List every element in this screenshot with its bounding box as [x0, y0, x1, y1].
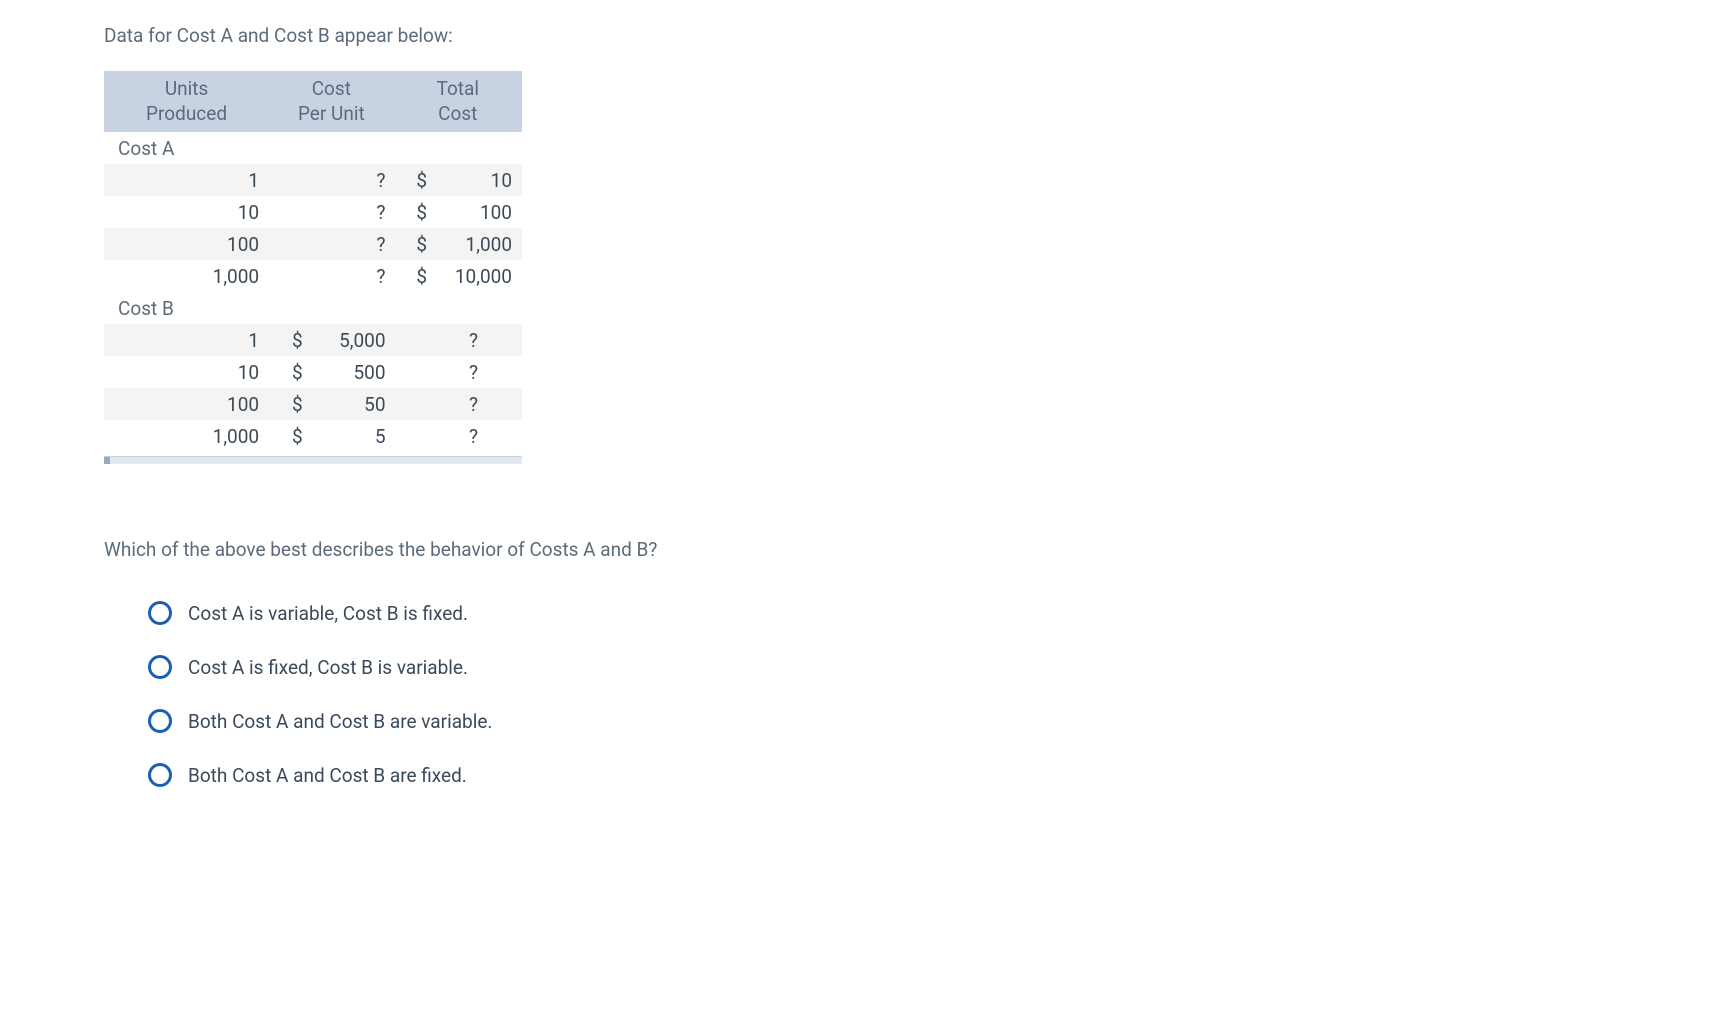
- cell-sym: $: [269, 420, 305, 452]
- option-label: Cost A is variable, Cost B is fixed.: [188, 602, 468, 625]
- table-row: 10$500?: [104, 356, 522, 388]
- cell-cpu: ?: [305, 260, 394, 292]
- cell-total: ?: [429, 356, 522, 388]
- table-row: 100?$1,000: [104, 228, 522, 260]
- option-label: Both Cost A and Cost B are fixed.: [188, 764, 467, 787]
- table-row: 1,000?$10,000: [104, 260, 522, 292]
- cell-total: ?: [429, 324, 522, 356]
- option-a[interactable]: Cost A is variable, Cost B is fixed.: [148, 601, 1726, 625]
- radio-icon[interactable]: [148, 763, 172, 787]
- table-row: 1?$10: [104, 164, 522, 196]
- cell-sym: $: [394, 228, 430, 260]
- question-text: Which of the above best describes the be…: [104, 538, 1726, 561]
- cell-cpu: 500: [305, 356, 394, 388]
- table-row: 1,000$5?: [104, 420, 522, 452]
- horizontal-scrollbar[interactable]: [104, 456, 522, 464]
- cell-sym: [394, 324, 430, 356]
- radio-icon[interactable]: [148, 655, 172, 679]
- cell-units: 1,000: [104, 260, 269, 292]
- cell-sym: $: [269, 356, 305, 388]
- cell-cpu: 5: [305, 420, 394, 452]
- cell-sym: [394, 420, 430, 452]
- cell-sym: $: [394, 196, 430, 228]
- cost-table-wrapper: UnitsProduced CostPer Unit TotalCost Cos…: [104, 71, 522, 464]
- cell-total: 1,000: [429, 228, 522, 260]
- cell-units: 10: [104, 196, 269, 228]
- th-units: UnitsProduced: [104, 71, 269, 132]
- cell-total: ?: [429, 388, 522, 420]
- cell-total: ?: [429, 420, 522, 452]
- section-cost-b: Cost B: [104, 292, 522, 324]
- cell-sym: $: [269, 388, 305, 420]
- cell-sym: [269, 164, 305, 196]
- cell-sym: [269, 228, 305, 260]
- radio-icon[interactable]: [148, 601, 172, 625]
- cell-sym: [394, 388, 430, 420]
- th-cpu: CostPer Unit: [269, 71, 393, 132]
- cell-cpu: 50: [305, 388, 394, 420]
- cell-total: 100: [429, 196, 522, 228]
- cell-units: 100: [104, 388, 269, 420]
- cell-cpu: ?: [305, 164, 394, 196]
- option-c[interactable]: Both Cost A and Cost B are variable.: [148, 709, 1726, 733]
- cell-units: 100: [104, 228, 269, 260]
- option-label: Cost A is fixed, Cost B is variable.: [188, 656, 468, 679]
- cell-sym: [269, 196, 305, 228]
- intro-text: Data for Cost A and Cost B appear below:: [104, 24, 1726, 47]
- cell-cpu: ?: [305, 196, 394, 228]
- option-d[interactable]: Both Cost A and Cost B are fixed.: [148, 763, 1726, 787]
- cell-total: 10: [429, 164, 522, 196]
- cell-sym: [269, 260, 305, 292]
- cell-cpu: ?: [305, 228, 394, 260]
- cell-sym: $: [394, 260, 430, 292]
- answer-options: Cost A is variable, Cost B is fixed. Cos…: [104, 601, 1726, 787]
- option-b[interactable]: Cost A is fixed, Cost B is variable.: [148, 655, 1726, 679]
- cell-sym: $: [269, 324, 305, 356]
- cell-total: 10,000: [429, 260, 522, 292]
- table-row: 10?$100: [104, 196, 522, 228]
- cell-units: 1: [104, 324, 269, 356]
- cell-units: 1,000: [104, 420, 269, 452]
- table-row: 100$50?: [104, 388, 522, 420]
- cell-units: 10: [104, 356, 269, 388]
- radio-icon[interactable]: [148, 709, 172, 733]
- cell-sym: [394, 356, 430, 388]
- section-cost-a: Cost A: [104, 132, 522, 164]
- cell-sym: $: [394, 164, 430, 196]
- cell-units: 1: [104, 164, 269, 196]
- cost-table: UnitsProduced CostPer Unit TotalCost Cos…: [104, 71, 522, 452]
- option-label: Both Cost A and Cost B are variable.: [188, 710, 492, 733]
- cell-cpu: 5,000: [305, 324, 394, 356]
- th-total: TotalCost: [394, 71, 522, 132]
- table-row: 1$5,000?: [104, 324, 522, 356]
